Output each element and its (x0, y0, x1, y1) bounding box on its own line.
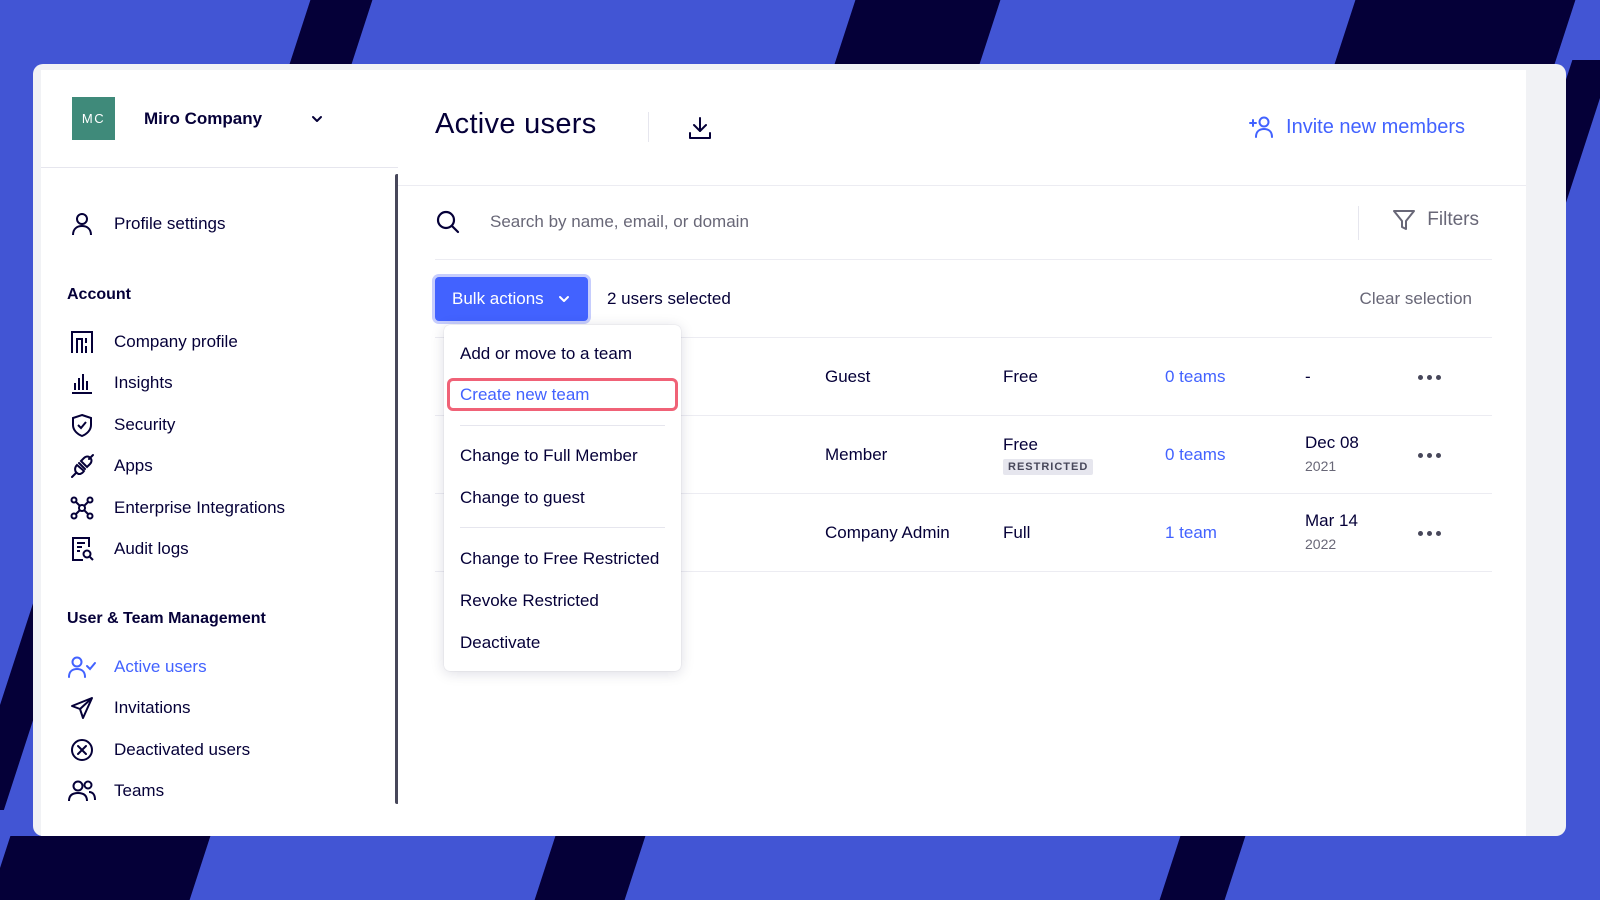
sidebar-item-label: Profile settings (114, 214, 226, 233)
last-active-cell: Dec 08 2021 (1305, 433, 1359, 474)
background-stripe (0, 836, 211, 900)
sidebar-item-label: Deactivated users (114, 740, 251, 759)
role-cell: Guest (825, 367, 871, 386)
license-label: Free (1003, 435, 1038, 454)
x-circle-icon (67, 735, 97, 765)
role-cell: Company Admin (825, 523, 950, 542)
last-active-date: Dec 08 (1305, 433, 1359, 452)
more-options-icon[interactable] (1418, 453, 1444, 461)
restricted-badge: RESTRICTED (1003, 459, 1094, 475)
menu-item-change-to-free-restricted[interactable]: Change to Free Restricted (460, 549, 659, 569)
bulk-actions-button[interactable]: Bulk actions (435, 277, 588, 321)
menu-divider (460, 527, 665, 528)
last-active-cell: - (1305, 367, 1311, 386)
integrations-icon (67, 493, 97, 523)
teams-link[interactable]: 1 team (1165, 523, 1217, 543)
chevron-down-icon[interactable] (310, 112, 324, 126)
divider (1358, 206, 1359, 240)
sidebar-item-audit-logs[interactable]: Audit logs (67, 532, 189, 566)
sidebar-item-label: Insights (114, 373, 173, 392)
background-stripe (834, 0, 1001, 64)
background-stripe (289, 0, 373, 64)
teams-link[interactable]: 0 teams (1165, 445, 1225, 465)
background-stripe (1334, 0, 1576, 64)
sidebar-item-teams[interactable]: Teams (67, 774, 164, 808)
sidebar-item-label: Apps (114, 456, 153, 475)
company-switcher[interactable]: MC Miro Company (41, 70, 402, 168)
menu-item-revoke-restricted[interactable]: Revoke Restricted (460, 591, 599, 611)
last-active-year: 2021 (1305, 458, 1337, 474)
app-window: MC Miro Company Profile settings Account… (33, 64, 1566, 836)
menu-item-deactivate[interactable]: Deactivate (460, 633, 540, 653)
company-name: Miro Company (144, 108, 263, 128)
invite-new-members-button[interactable]: Invite new members (1249, 114, 1465, 140)
more-options-icon[interactable] (1418, 375, 1444, 383)
clear-selection-link[interactable]: Clear selection (1360, 289, 1472, 309)
sidebar-item-label: Company profile (114, 332, 238, 351)
page-title: Active users (435, 108, 597, 140)
menu-divider (460, 425, 665, 426)
sidebar-item-label: Invitations (114, 698, 191, 717)
menu-item-change-to-full-member[interactable]: Change to Full Member (460, 446, 638, 466)
bar-chart-icon (67, 368, 97, 398)
company-avatar: MC (72, 97, 115, 140)
sidebar-item-invitations[interactable]: Invitations (67, 691, 191, 725)
sidebar-item-label: Enterprise Integrations (114, 498, 286, 517)
chevron-down-icon (558, 293, 570, 305)
search-icon (435, 209, 461, 235)
search-input[interactable] (490, 208, 1190, 236)
download-icon[interactable] (686, 114, 714, 142)
shield-icon (67, 410, 97, 440)
last-active-date: Mar 14 (1305, 511, 1358, 530)
sidebar-item-profile-settings[interactable]: Profile settings (67, 207, 226, 241)
license-cell: Free (1003, 367, 1038, 386)
user-icon (67, 209, 97, 239)
teams-link[interactable]: 0 teams (1165, 367, 1225, 387)
filters-button[interactable]: Filters (1392, 208, 1479, 232)
sidebar-item-enterprise-integrations[interactable]: Enterprise Integrations (67, 491, 285, 525)
selected-count: 2 users selected (607, 289, 731, 308)
sidebar-item-deactivated-users[interactable]: Deactivated users (67, 733, 250, 767)
users-icon (67, 776, 97, 806)
more-options-icon[interactable] (1418, 531, 1444, 539)
filter-icon (1392, 208, 1416, 232)
bulk-actions-menu: Add or move to a team Create new team Ch… (444, 325, 681, 671)
plug-icon (67, 451, 97, 481)
background-stripe (1159, 836, 1246, 900)
search-bar: Filters (435, 186, 1492, 260)
paper-plane-icon (67, 693, 97, 723)
license-cell: Free RESTRICTED (1003, 435, 1094, 475)
sidebar-item-apps[interactable]: Apps (67, 449, 153, 483)
section-title-user-team-management: User & Team Management (67, 610, 266, 627)
sidebar: MC Miro Company Profile settings Account… (41, 70, 402, 836)
sidebar-item-label: Active users (114, 657, 207, 676)
sidebar-item-label: Teams (114, 781, 165, 800)
sidebar-item-label: Audit logs (114, 539, 189, 558)
sidebar-item-insights[interactable]: Insights (67, 366, 173, 400)
menu-item-create-new-team[interactable]: Create new team (447, 378, 678, 411)
section-title-account: Account (67, 286, 131, 303)
menu-item-add-to-team[interactable]: Add or move to a team (460, 344, 632, 364)
license-cell: Full (1003, 523, 1031, 542)
page-header: Active users Invite new members (398, 70, 1526, 186)
sidebar-item-security[interactable]: Security (67, 408, 175, 442)
sidebar-item-company-profile[interactable]: Company profile (67, 325, 238, 359)
background-stripe (534, 836, 646, 900)
sidebar-item-active-users[interactable]: Active users (67, 650, 207, 684)
divider (648, 112, 649, 142)
add-user-icon (1249, 114, 1275, 140)
user-check-icon (67, 652, 97, 682)
building-icon (67, 327, 97, 357)
last-active-cell: Mar 14 2022 (1305, 511, 1358, 552)
bulk-actions-label: Bulk actions (452, 289, 544, 308)
menu-item-change-to-guest[interactable]: Change to guest (460, 488, 585, 508)
filters-label: Filters (1427, 209, 1479, 230)
sidebar-item-label: Security (114, 415, 176, 434)
role-cell: Member (825, 445, 888, 464)
audit-log-icon (67, 534, 97, 564)
invite-label: Invite new members (1286, 115, 1465, 138)
last-active-year: 2022 (1305, 536, 1337, 552)
